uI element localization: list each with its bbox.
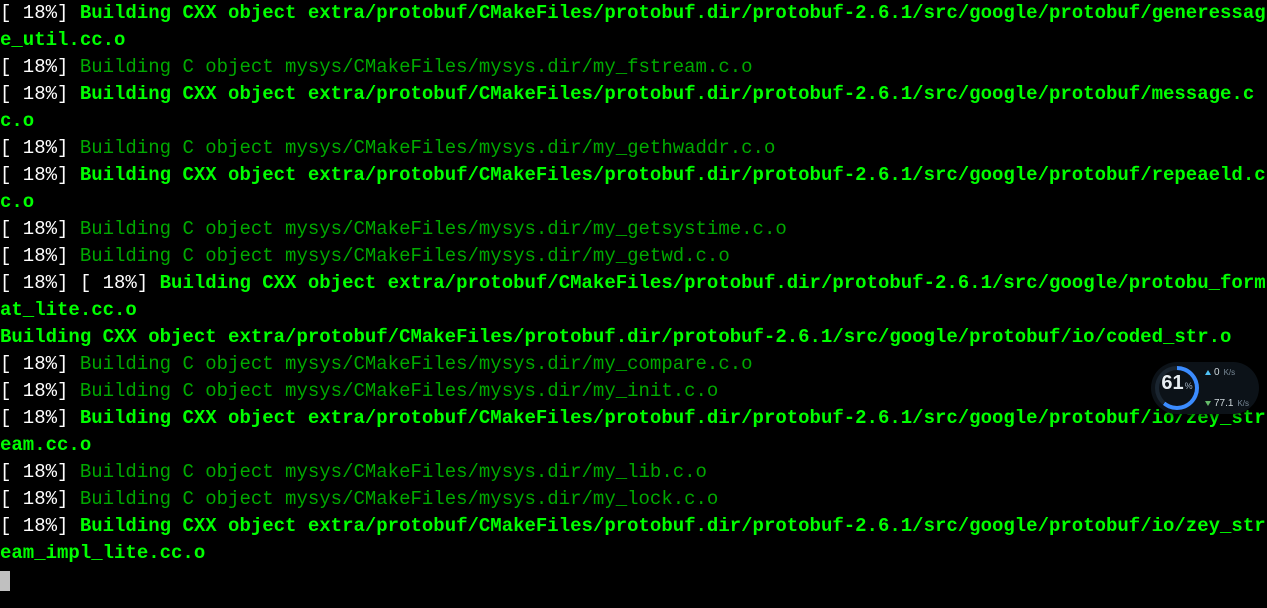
download-rate: 77.1 K/s (1205, 390, 1249, 417)
build-percent-bracket: [ 18%] (0, 407, 68, 429)
speed-percent-unit: % (1185, 373, 1193, 400)
build-message: Building CXX object extra/protobuf/CMake… (0, 83, 1254, 132)
speed-rates: 0 K/s 77.1 K/s (1205, 359, 1249, 417)
build-message: Building C object mysys/CMakeFiles/mysys… (80, 137, 776, 159)
build-percent-bracket: [ 18%] [ 18%] (0, 272, 148, 294)
speed-gauge-inner: 61 % (1159, 370, 1195, 406)
terminal-line: [ 18%] Building CXX object extra/protobu… (0, 83, 1254, 132)
download-value: 77.1 (1214, 390, 1233, 417)
terminal-line: [ 18%] Building C object mysys/CMakeFile… (0, 218, 787, 240)
download-unit: K/s (1237, 390, 1249, 417)
build-message: Building C object mysys/CMakeFiles/mysys… (80, 461, 707, 483)
terminal-line: [ 18%] [ 18%] Building CXX object extra/… (0, 272, 1266, 321)
build-percent-bracket: [ 18%] (0, 488, 68, 510)
build-message: Building C object mysys/CMakeFiles/mysys… (80, 245, 730, 267)
download-arrow-icon (1205, 401, 1211, 406)
build-message: Building C object mysys/CMakeFiles/mysys… (80, 380, 719, 402)
build-message: Building CXX object extra/protobuf/CMake… (0, 2, 1266, 51)
terminal-line: [ 18%] Building C object mysys/CMakeFile… (0, 245, 730, 267)
terminal-line: [ 18%] Building CXX object extra/protobu… (0, 407, 1266, 456)
build-percent-bracket: [ 18%] (0, 218, 68, 240)
build-message: Building CXX object extra/protobuf/CMake… (0, 515, 1266, 564)
terminal-line: [ 18%] Building C object mysys/CMakeFile… (0, 353, 753, 375)
terminal-line: [ 18%] Building C object mysys/CMakeFile… (0, 461, 707, 483)
build-percent-bracket: [ 18%] (0, 380, 68, 402)
build-percent-bracket: [ 18%] (0, 56, 68, 78)
build-percent-bracket: [ 18%] (0, 83, 68, 105)
terminal-cursor (0, 571, 10, 591)
network-speed-widget[interactable]: 61 % 0 K/s 77.1 K/s (1151, 362, 1259, 414)
terminal-output[interactable]: [ 18%] Building CXX object extra/protobu… (0, 0, 1267, 594)
terminal-line: [ 18%] Building C object mysys/CMakeFile… (0, 380, 718, 402)
terminal-line: [ 18%] Building CXX object extra/protobu… (0, 2, 1266, 51)
build-percent-bracket: [ 18%] (0, 137, 68, 159)
upload-arrow-icon (1205, 370, 1211, 375)
build-message: Building CXX object extra/protobuf/CMake… (0, 326, 1231, 348)
terminal-line: Building CXX object extra/protobuf/CMake… (0, 326, 1231, 348)
build-percent-bracket: [ 18%] (0, 515, 68, 537)
build-message: Building CXX object extra/protobuf/CMake… (0, 407, 1266, 456)
speed-percent-value: 61 (1161, 370, 1183, 397)
terminal-line: [ 18%] Building C object mysys/CMakeFile… (0, 56, 753, 78)
build-percent-bracket: [ 18%] (0, 164, 68, 186)
upload-rate: 0 K/s (1205, 359, 1249, 386)
upload-value: 0 (1214, 359, 1220, 386)
build-percent-bracket: [ 18%] (0, 2, 68, 24)
terminal-line: [ 18%] Building CXX object extra/protobu… (0, 164, 1266, 213)
build-percent-bracket: [ 18%] (0, 461, 68, 483)
build-percent-bracket: [ 18%] (0, 353, 68, 375)
terminal-line: [ 18%] Building CXX object extra/protobu… (0, 515, 1266, 564)
build-message: Building CXX object extra/protobuf/CMake… (0, 164, 1266, 213)
upload-unit: K/s (1224, 359, 1236, 386)
build-message: Building C object mysys/CMakeFiles/mysys… (80, 218, 787, 240)
speed-gauge-ring: 61 % (1155, 366, 1199, 410)
terminal-line: [ 18%] Building C object mysys/CMakeFile… (0, 137, 775, 159)
terminal-line: [ 18%] Building C object mysys/CMakeFile… (0, 488, 718, 510)
build-message: Building C object mysys/CMakeFiles/mysys… (80, 353, 753, 375)
build-message: Building CXX object extra/protobuf/CMake… (0, 272, 1266, 321)
build-message: Building C object mysys/CMakeFiles/mysys… (80, 56, 753, 78)
build-message: Building C object mysys/CMakeFiles/mysys… (80, 488, 719, 510)
build-percent-bracket: [ 18%] (0, 245, 68, 267)
